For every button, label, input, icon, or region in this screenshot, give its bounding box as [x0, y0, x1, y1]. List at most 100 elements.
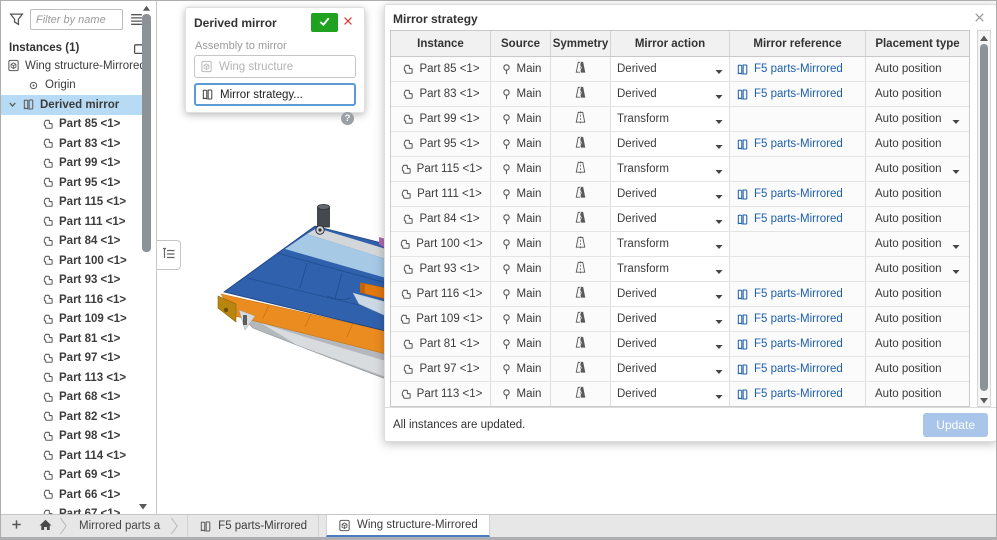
mirror-action-select[interactable]: Derived — [611, 357, 730, 381]
filter-input[interactable] — [30, 9, 123, 30]
tree-item[interactable]: Part 82 <1> — [1, 407, 143, 427]
mirror-reference-link[interactable]: F5 parts-Mirrored — [754, 63, 843, 75]
tree-item[interactable]: Part 98 <1> — [1, 427, 143, 447]
mirror-action-select[interactable]: Derived — [611, 82, 730, 106]
scroll-up-icon[interactable] — [142, 3, 151, 11]
part-icon — [41, 274, 54, 287]
tree-item[interactable]: Part 68 <1> — [1, 388, 143, 408]
placement-type-value: Auto position — [875, 388, 942, 400]
pin-icon — [500, 113, 513, 126]
chevron-down-icon[interactable] — [7, 99, 22, 110]
tree-item[interactable]: Part 83 <1> — [1, 134, 143, 154]
mirror-action-select[interactable]: Derived — [611, 282, 730, 306]
help-icon[interactable]: ? — [341, 112, 354, 125]
tree-item[interactable]: Part 109 <1> — [1, 310, 143, 330]
scroll-down-icon[interactable] — [138, 502, 148, 510]
mirror-action-select[interactable]: Derived — [611, 207, 730, 231]
placement-type-value: Auto position — [875, 188, 942, 200]
instance-label: Part 81 <1> — [419, 338, 479, 350]
tree-item[interactable]: Wing structure-Mirrored — [1, 56, 143, 76]
table-row: Part 93 <1>MainTransformAuto position — [391, 257, 969, 282]
mirror-reference-link[interactable]: F5 parts-Mirrored — [754, 213, 843, 225]
placement-type-cell[interactable]: Auto position — [866, 232, 969, 256]
mirror-strategy-field[interactable]: Mirror strategy... — [194, 83, 356, 106]
mirror-action-select[interactable]: Transform — [611, 232, 730, 256]
add-tab-button[interactable] — [1, 515, 31, 537]
tree-scroll-thumb[interactable] — [142, 14, 151, 252]
part-icon — [41, 371, 54, 384]
mirror-reference-link[interactable]: F5 parts-Mirrored — [754, 288, 843, 300]
document-tab[interactable]: Wing structure-Mirrored — [326, 514, 490, 537]
tree-item[interactable]: Part 84 <1> — [1, 232, 143, 252]
mirror-reference-link[interactable]: F5 parts-Mirrored — [754, 138, 843, 150]
derived-icon — [736, 88, 749, 101]
mirror-reference-link[interactable]: F5 parts-Mirrored — [754, 88, 843, 100]
table-scroll-thumb[interactable] — [980, 44, 988, 391]
symmetry-cell — [551, 357, 611, 381]
mirror-action-select[interactable]: Transform — [611, 257, 730, 281]
tree-item[interactable]: Part 115 <1> — [1, 193, 143, 213]
mirror-reference-cell: F5 parts-Mirrored — [730, 82, 866, 106]
tree-item[interactable]: Part 67 <1> — [1, 505, 143, 515]
scroll-up-icon[interactable] — [979, 33, 989, 41]
tree-item[interactable]: Part 97 <1> — [1, 349, 143, 369]
table-scrollbar[interactable] — [977, 30, 991, 407]
tree-item[interactable]: Part 95 <1> — [1, 173, 143, 193]
mirror-action-select[interactable]: Transform — [611, 107, 730, 131]
mirror-reference-link[interactable]: F5 parts-Mirrored — [754, 188, 843, 200]
tree-scrollbar[interactable] — [142, 3, 151, 455]
mirror-reference-link[interactable]: F5 parts-Mirrored — [754, 313, 843, 325]
source-cell: Main — [491, 157, 551, 181]
mirror-reference-cell: F5 parts-Mirrored — [730, 382, 866, 406]
mirror-reference-link[interactable]: F5 parts-Mirrored — [754, 338, 843, 350]
tree-item[interactable]: Part 116 <1> — [1, 290, 143, 310]
asymmetric-part-icon — [573, 185, 588, 203]
tree-item[interactable]: Derived mirror — [1, 95, 143, 115]
mirror-action-select[interactable]: Derived — [611, 57, 730, 81]
mirror-action-select[interactable]: Derived — [611, 382, 730, 406]
mirror-reference-link[interactable]: F5 parts-Mirrored — [754, 363, 843, 375]
tree-item[interactable]: Part 114 <1> — [1, 446, 143, 466]
home-button[interactable] — [31, 515, 59, 537]
document-tab[interactable]: F5 parts-Mirrored — [187, 515, 319, 537]
tree-panel-toggle[interactable] — [157, 240, 181, 270]
tree-item[interactable]: Part 85 <1> — [1, 115, 143, 135]
derived-icon — [736, 313, 749, 326]
source-label: Main — [517, 363, 542, 375]
tree-item[interactable]: Part 111 <1> — [1, 212, 143, 232]
mirror-action-select[interactable]: Derived — [611, 182, 730, 206]
mirror-action-value: Derived — [617, 313, 657, 325]
asymmetric-part-icon — [573, 210, 588, 228]
filter-funnel-icon[interactable] — [9, 12, 24, 27]
source-label: Main — [517, 113, 542, 125]
placement-type-cell[interactable]: Auto position — [866, 157, 969, 181]
accept-button[interactable] — [311, 13, 338, 32]
part-icon — [401, 138, 414, 151]
mirror-action-select[interactable]: Derived — [611, 307, 730, 331]
placement-type-cell[interactable]: Auto position — [866, 107, 969, 131]
assembly-to-mirror-field[interactable]: Wing structure — [194, 55, 356, 78]
mirror-reference-link[interactable]: F5 parts-Mirrored — [754, 388, 843, 400]
cancel-button[interactable] — [338, 13, 358, 32]
scroll-down-icon[interactable] — [979, 396, 989, 404]
instance-label: Part 116 <1> — [417, 288, 483, 300]
update-button[interactable]: Update — [923, 413, 988, 437]
tree-item[interactable]: Part 99 <1> — [1, 154, 143, 174]
mirror-action-select[interactable]: Transform — [611, 157, 730, 181]
document-tab-bar: Mirrored parts a F5 parts-Mirrored Wing s… — [1, 514, 997, 537]
tree-item[interactable]: Part 93 <1> — [1, 271, 143, 291]
tree-item[interactable]: Part 100 <1> — [1, 251, 143, 271]
mirror-action-select[interactable]: Derived — [611, 132, 730, 156]
close-dialog-button[interactable] — [970, 10, 988, 28]
derived-icon — [736, 63, 749, 76]
tree-item[interactable]: Part 66 <1> — [1, 485, 143, 505]
breadcrumb[interactable]: Mirrored parts a — [69, 515, 170, 537]
mirror-action-select[interactable]: Derived — [611, 332, 730, 356]
source-cell: Main — [491, 132, 551, 156]
tree-item[interactable]: Part 113 <1> — [1, 368, 143, 388]
tree-item[interactable]: Origin — [1, 76, 143, 96]
tree-item[interactable]: Part 81 <1> — [1, 329, 143, 349]
placement-type-cell[interactable]: Auto position — [866, 257, 969, 281]
instance-cell: Part 83 <1> — [391, 82, 491, 106]
tree-item[interactable]: Part 69 <1> — [1, 466, 143, 486]
